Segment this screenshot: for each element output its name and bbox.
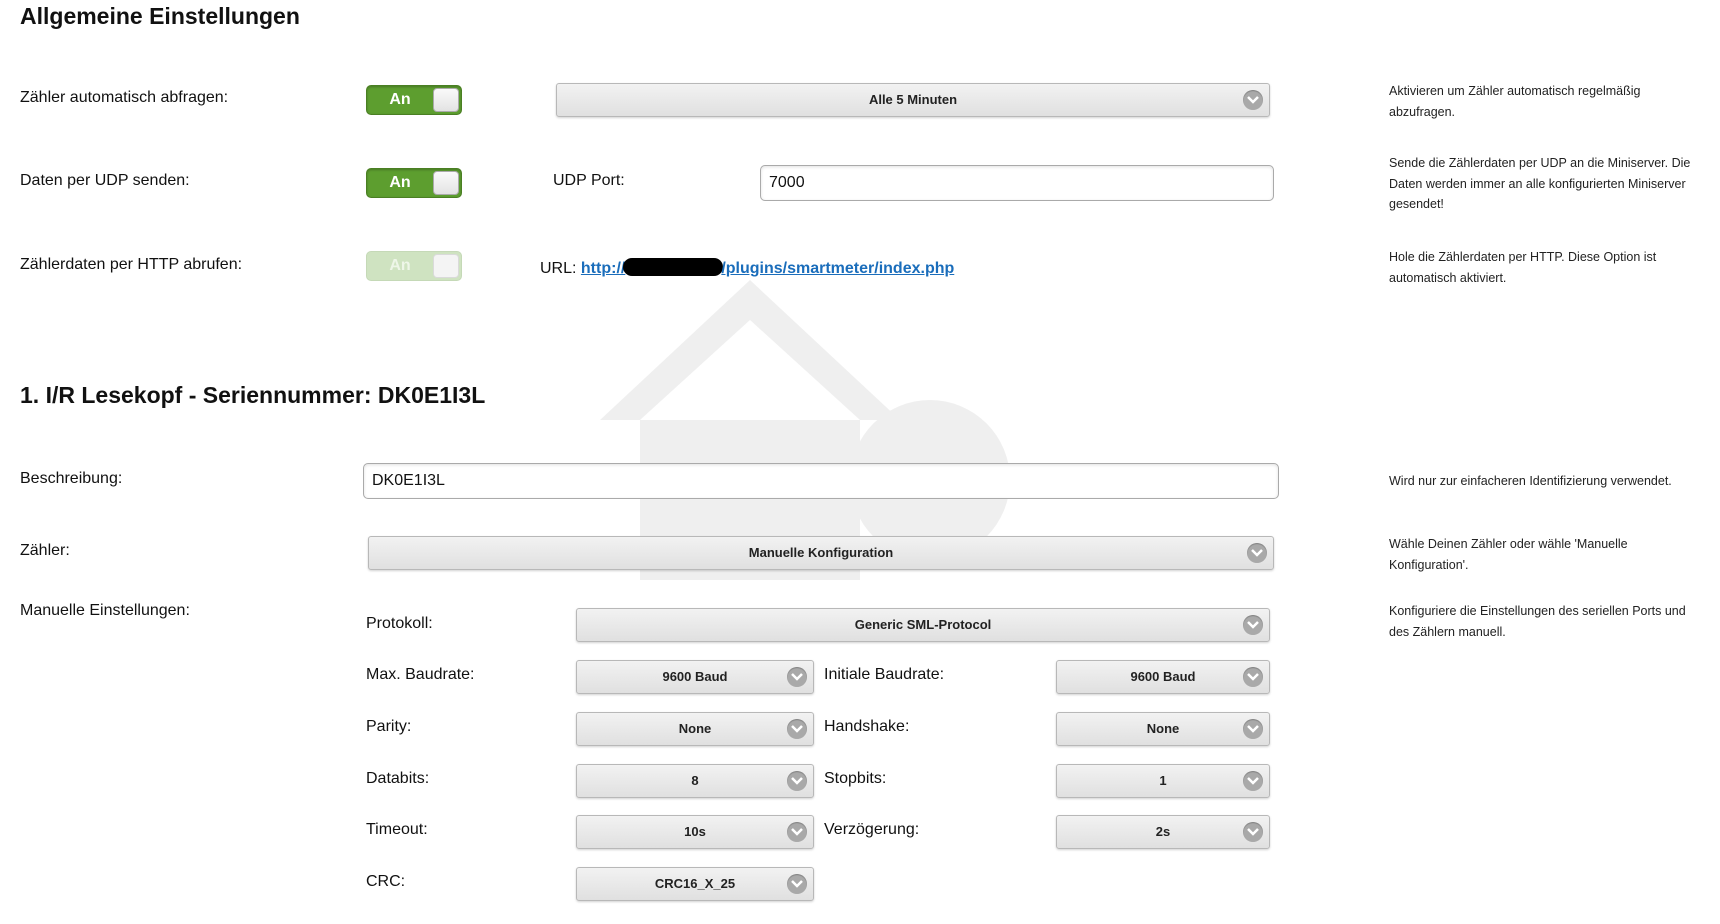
udp-toggle[interactable]: An <box>366 168 462 198</box>
chevron-down-icon <box>1243 90 1263 110</box>
udp-port-label: UDP Port: <box>553 172 625 189</box>
url-label: URL: <box>540 260 577 277</box>
timeout-select[interactable]: 10s <box>576 815 814 849</box>
select-value: None <box>678 721 712 736</box>
redacted-host <box>623 258 724 276</box>
protocol-select[interactable]: Generic SML-Protocol <box>576 608 1270 642</box>
parity-select[interactable]: None <box>576 712 814 746</box>
select-value: None <box>1146 721 1180 736</box>
max-baud-select[interactable]: 9600 Baud <box>576 660 814 694</box>
stopbits-label: Stopbits: <box>824 770 887 787</box>
udp-label: Daten per UDP senden: <box>20 172 190 189</box>
http-url-line: URL: http:// /plugins/smartmeter/index.ph… <box>540 258 954 278</box>
delay-select[interactable]: 2s <box>1056 815 1270 849</box>
timeout-label: Timeout: <box>366 821 428 838</box>
select-value: CRC16_X_25 <box>654 876 736 891</box>
chevron-down-icon <box>787 874 807 894</box>
chevron-down-icon <box>787 667 807 687</box>
udp-port-input[interactable] <box>760 165 1274 201</box>
handshake-select[interactable]: None <box>1056 712 1270 746</box>
section-heading-reader: 1. I/R Lesekopf - Seriennummer: DK0E1I3L <box>20 382 486 408</box>
http-url-link[interactable]: http:// /plugins/smartmeter/index.php <box>580 258 955 277</box>
auto-poll-help: Aktivieren um Zähler automatisch regelmä… <box>1389 84 1641 119</box>
init-baud-label: Initiale Baudrate: <box>824 666 945 683</box>
select-value: 2s <box>1155 824 1171 839</box>
protocol-label: Protokoll: <box>366 615 433 632</box>
select-value: 9600 Baud <box>1130 669 1196 684</box>
handshake-label: Handshake: <box>824 718 910 735</box>
url-suffix: /plugins/smartmeter/index.php <box>721 260 955 277</box>
chevron-down-icon <box>1247 543 1267 563</box>
auto-poll-label: Zähler automatisch abfragen: <box>20 89 229 106</box>
select-value: Generic SML-Protocol <box>854 617 992 632</box>
databits-select[interactable]: 8 <box>576 764 814 798</box>
meter-label: Zähler: <box>20 542 70 559</box>
toggle-state-label: An <box>389 257 411 274</box>
crc-label: CRC: <box>366 873 406 890</box>
init-baud-select[interactable]: 9600 Baud <box>1056 660 1270 694</box>
meter-select[interactable]: Manuelle Konfiguration <box>368 536 1274 570</box>
databits-label: Databits: <box>366 770 430 787</box>
meter-help: Wähle Deinen Zähler oder wähle 'Manuelle… <box>1389 537 1628 572</box>
select-value: 9600 Baud <box>662 669 728 684</box>
stopbits-select[interactable]: 1 <box>1056 764 1270 798</box>
description-label: Beschreibung: <box>20 470 123 487</box>
max-baud-label: Max. Baudrate: <box>366 666 475 683</box>
watermark-logo <box>600 280 1010 580</box>
chevron-down-icon <box>787 822 807 842</box>
manual-settings-label: Manuelle Einstellungen: <box>20 602 190 619</box>
select-value: Manuelle Konfiguration <box>748 545 894 560</box>
toggle-knob <box>433 254 459 278</box>
auto-poll-toggle[interactable]: An <box>366 85 462 115</box>
select-value: Alle 5 Minuten <box>868 92 958 107</box>
chevron-down-icon <box>1243 615 1263 635</box>
select-value: 10s <box>684 824 706 839</box>
toggle-state-label: An <box>389 91 411 108</box>
toggle-knob <box>433 171 459 195</box>
chevron-down-icon <box>787 719 807 739</box>
manual-settings-help: Konfiguriere die Einstellungen des serie… <box>1389 604 1686 639</box>
http-help: Hole die Zählerdaten per HTTP. Diese Opt… <box>1389 250 1657 285</box>
url-prefix: http:// <box>580 260 626 277</box>
select-value: 1 <box>1159 773 1167 788</box>
chevron-down-icon <box>1243 719 1263 739</box>
chevron-down-icon <box>1243 667 1263 687</box>
description-input[interactable] <box>363 463 1279 499</box>
description-help: Wird nur zur einfacheren Identifizierung… <box>1389 474 1672 488</box>
udp-help: Sende die Zählerdaten per UDP an die Min… <box>1389 156 1691 211</box>
section-heading-general: Allgemeine Einstellungen <box>20 3 300 29</box>
poll-interval-select[interactable]: Alle 5 Minuten <box>556 83 1270 117</box>
parity-label: Parity: <box>366 718 412 735</box>
toggle-knob <box>433 88 459 112</box>
toggle-state-label: An <box>389 174 411 191</box>
chevron-down-icon <box>787 771 807 791</box>
http-label: Zählerdaten per HTTP abrufen: <box>20 256 243 273</box>
chevron-down-icon <box>1243 822 1263 842</box>
crc-select[interactable]: CRC16_X_25 <box>576 867 814 901</box>
http-toggle: An <box>366 251 462 281</box>
delay-label: Verzögerung: <box>824 821 920 838</box>
chevron-down-icon <box>1243 771 1263 791</box>
select-value: 8 <box>691 773 699 788</box>
